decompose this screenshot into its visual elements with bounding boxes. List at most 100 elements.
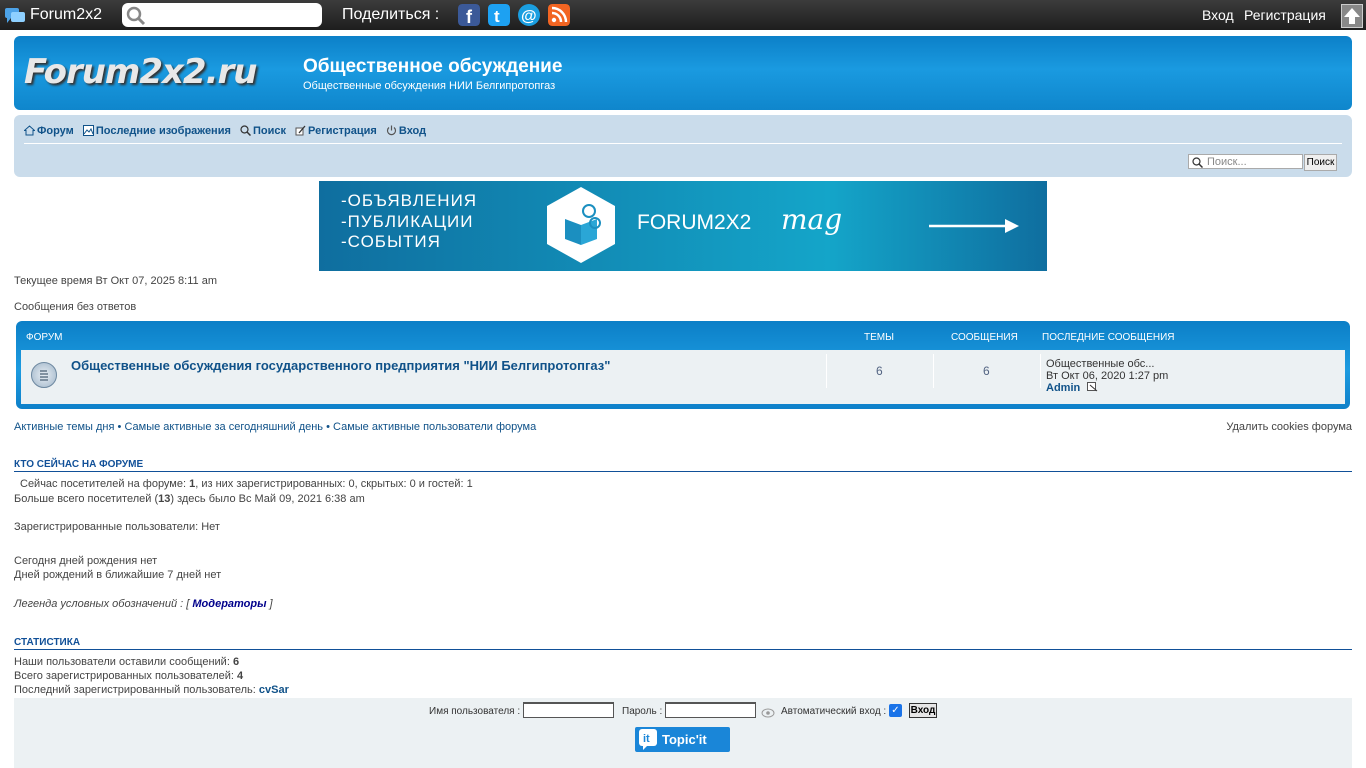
rss-icon[interactable]	[548, 4, 570, 26]
separator-bullet: •	[326, 421, 330, 433]
banner-mag: mag	[781, 203, 843, 236]
book-chat-icon	[547, 187, 615, 263]
site-name[interactable]: Forum2x2	[30, 6, 102, 24]
last-post-title-link[interactable]: Общественные обс...	[1046, 358, 1168, 370]
forum-post-count: 6	[983, 364, 990, 378]
search-icon	[240, 125, 251, 136]
banner-line-publications: -ПУБЛИКАЦИИ	[341, 211, 474, 231]
online-record: Больше всего посетителей (13) здесь было…	[14, 493, 365, 505]
most-active-today-link[interactable]: Самые активные за сегодняшний день	[124, 421, 323, 433]
toolbar-login-link[interactable]: Вход	[1202, 7, 1234, 23]
nav-search-label: Поиск	[252, 125, 286, 137]
banner-line-announcements: -ОБЪЯВЛЕНИЯ	[341, 191, 478, 210]
last-post-date: Вт Окт 06, 2020 1:27 pm	[1046, 370, 1169, 382]
who-online-header[interactable]: КТО СЕЙЧАС НА ФОРУМЕ	[14, 459, 1352, 472]
forum-search-input[interactable]: Поиск...	[1188, 154, 1303, 169]
nav-login-label: Вход	[398, 125, 427, 137]
col-divider	[826, 354, 827, 388]
nav-search[interactable]: Поиск	[240, 125, 286, 137]
statistics-header: СТАТИСТИКА	[14, 637, 1352, 650]
stat-last-user: Последний зарегистрированный пользовател…	[14, 684, 289, 696]
current-time: Текущее время Вт Окт 07, 2025 8:11 am	[14, 275, 217, 287]
last-post-author-link[interactable]: Admin	[1046, 382, 1080, 394]
unanswered-posts-link[interactable]: Сообщения без ответов	[14, 301, 136, 313]
nav-recent-images[interactable]: Последние изображения	[82, 125, 231, 137]
email-icon[interactable]: @	[518, 4, 540, 26]
svg-text:f: f	[466, 7, 473, 26]
power-icon	[386, 125, 396, 136]
col-divider	[1040, 354, 1041, 388]
svg-text:it: it	[643, 733, 650, 745]
topicit-logo-icon: it	[639, 729, 657, 750]
forum-logo-icon[interactable]	[4, 5, 26, 25]
legend: Легенда условных обозначений : [ Модерат…	[14, 598, 273, 610]
record-count: 13	[158, 493, 171, 505]
nav-login[interactable]: Вход	[386, 125, 426, 137]
last-post-info: Общественные обс... Вт Окт 06, 2020 1:27…	[1046, 358, 1168, 394]
nav-divider	[24, 143, 1342, 144]
share-label: Поделиться :	[342, 6, 440, 23]
login-button[interactable]: Вход	[909, 703, 937, 718]
nav-register-label: Регистрация	[308, 125, 377, 137]
col-header-posts: СООБЩЕНИЯ	[951, 332, 1018, 343]
forum-search-button[interactable]: Поиск	[1304, 154, 1337, 171]
top-toolbar: Forum2x2 Поделиться : f t @ Вход Регистр…	[0, 0, 1366, 30]
view-latest-post-icon[interactable]	[1087, 382, 1098, 392]
forum-title[interactable]: Общественное обсуждение	[303, 56, 562, 78]
birthdays-week: Дней рождений в ближайшие 7 дней нет	[14, 569, 222, 581]
toolbar-search-input[interactable]	[122, 3, 322, 27]
delete-cookies-link[interactable]: Удалить cookies форума	[1226, 421, 1352, 433]
svg-text:t: t	[494, 7, 500, 26]
banner-line-events: -СОБЫТИЯ	[341, 232, 441, 251]
forum-logo[interactable]: Forum2x2.ru	[24, 52, 257, 92]
username-input[interactable]	[523, 702, 614, 718]
autologin-checkbox[interactable]: ✓	[889, 704, 902, 717]
search-icon	[1192, 157, 1203, 168]
total-posts: 6	[232, 656, 240, 668]
nav-forum[interactable]: Форум	[24, 125, 74, 137]
forum-list-table: ФОРУМ ТЕМЫ СООБЩЕНИЯ ПОСЛЕДНИЕ СООБЩЕНИЯ…	[16, 321, 1350, 409]
stat-users: Всего зарегистрированных пользователей: …	[14, 670, 244, 682]
total-users: 4	[237, 670, 244, 682]
stat-posts: Наши пользователи оставили сообщений: 6	[14, 656, 240, 668]
forum-name-link[interactable]: Общественные обсуждения государственного…	[71, 358, 610, 373]
who-online-title: КТО СЕЙЧАС НА ФОРУМЕ	[14, 459, 144, 470]
forum-read-icon	[31, 362, 57, 388]
password-input[interactable]	[665, 702, 756, 718]
most-active-users-link[interactable]: Самые активные пользователи форума	[333, 421, 536, 433]
twitter-icon[interactable]: t	[488, 4, 510, 26]
nav-forum-label: Форум	[37, 125, 74, 137]
nav-recent-images-label: Последние изображения	[95, 125, 231, 137]
moderators-link[interactable]: Модераторы	[192, 598, 266, 610]
activity-links: Активные темы дня • Самые активные за се…	[14, 421, 536, 433]
nav-register[interactable]: Регистрация	[295, 125, 377, 137]
col-header-topics: ТЕМЫ	[864, 332, 894, 343]
birthdays-today: Сегодня дней рождения нет	[14, 555, 158, 567]
facebook-icon[interactable]: f	[458, 4, 480, 26]
toolbar-register-link[interactable]: Регистрация	[1244, 7, 1326, 23]
image-icon	[82, 125, 94, 136]
online-now: Сейчас посетителей на форуме: 1, из них …	[20, 478, 473, 490]
arrow-right-icon	[929, 219, 1019, 233]
col-header-forum: ФОРУМ	[26, 332, 63, 343]
separator-bullet: •	[117, 421, 122, 433]
last-user-link[interactable]: cvSar	[259, 684, 289, 696]
autologin-label: Автоматический вход :	[781, 706, 887, 717]
search-placeholder: Поиск...	[1207, 156, 1247, 168]
forum-header: Forum2x2.ru Общественное обсуждение Обще…	[14, 36, 1352, 110]
svg-text:@: @	[521, 8, 537, 25]
topicit-button[interactable]: it Topic'it	[635, 727, 730, 752]
active-topics-link[interactable]: Активные темы дня	[14, 421, 114, 433]
scroll-top-icon[interactable]	[1341, 4, 1363, 28]
topicit-label: Topic'it	[662, 732, 707, 747]
col-divider	[933, 354, 934, 388]
username-label: Имя пользователя :	[429, 706, 521, 717]
registered-users: Зарегистрированные пользователи: Нет	[14, 521, 220, 533]
register-icon	[295, 125, 306, 136]
search-icon	[126, 6, 146, 26]
forum-description: Общественные обсуждения НИИ Белгипротопг…	[303, 80, 556, 92]
password-label: Пароль :	[622, 706, 663, 717]
show-password-icon[interactable]	[761, 708, 775, 718]
forum2x2-mag-banner[interactable]: -ОБЪЯВЛЕНИЯ -ПУБЛИКАЦИИ -СОБЫТИЯ FORUM2X…	[319, 181, 1047, 271]
col-header-last-posts: ПОСЛЕДНИЕ СООБЩЕНИЯ	[1042, 332, 1175, 343]
